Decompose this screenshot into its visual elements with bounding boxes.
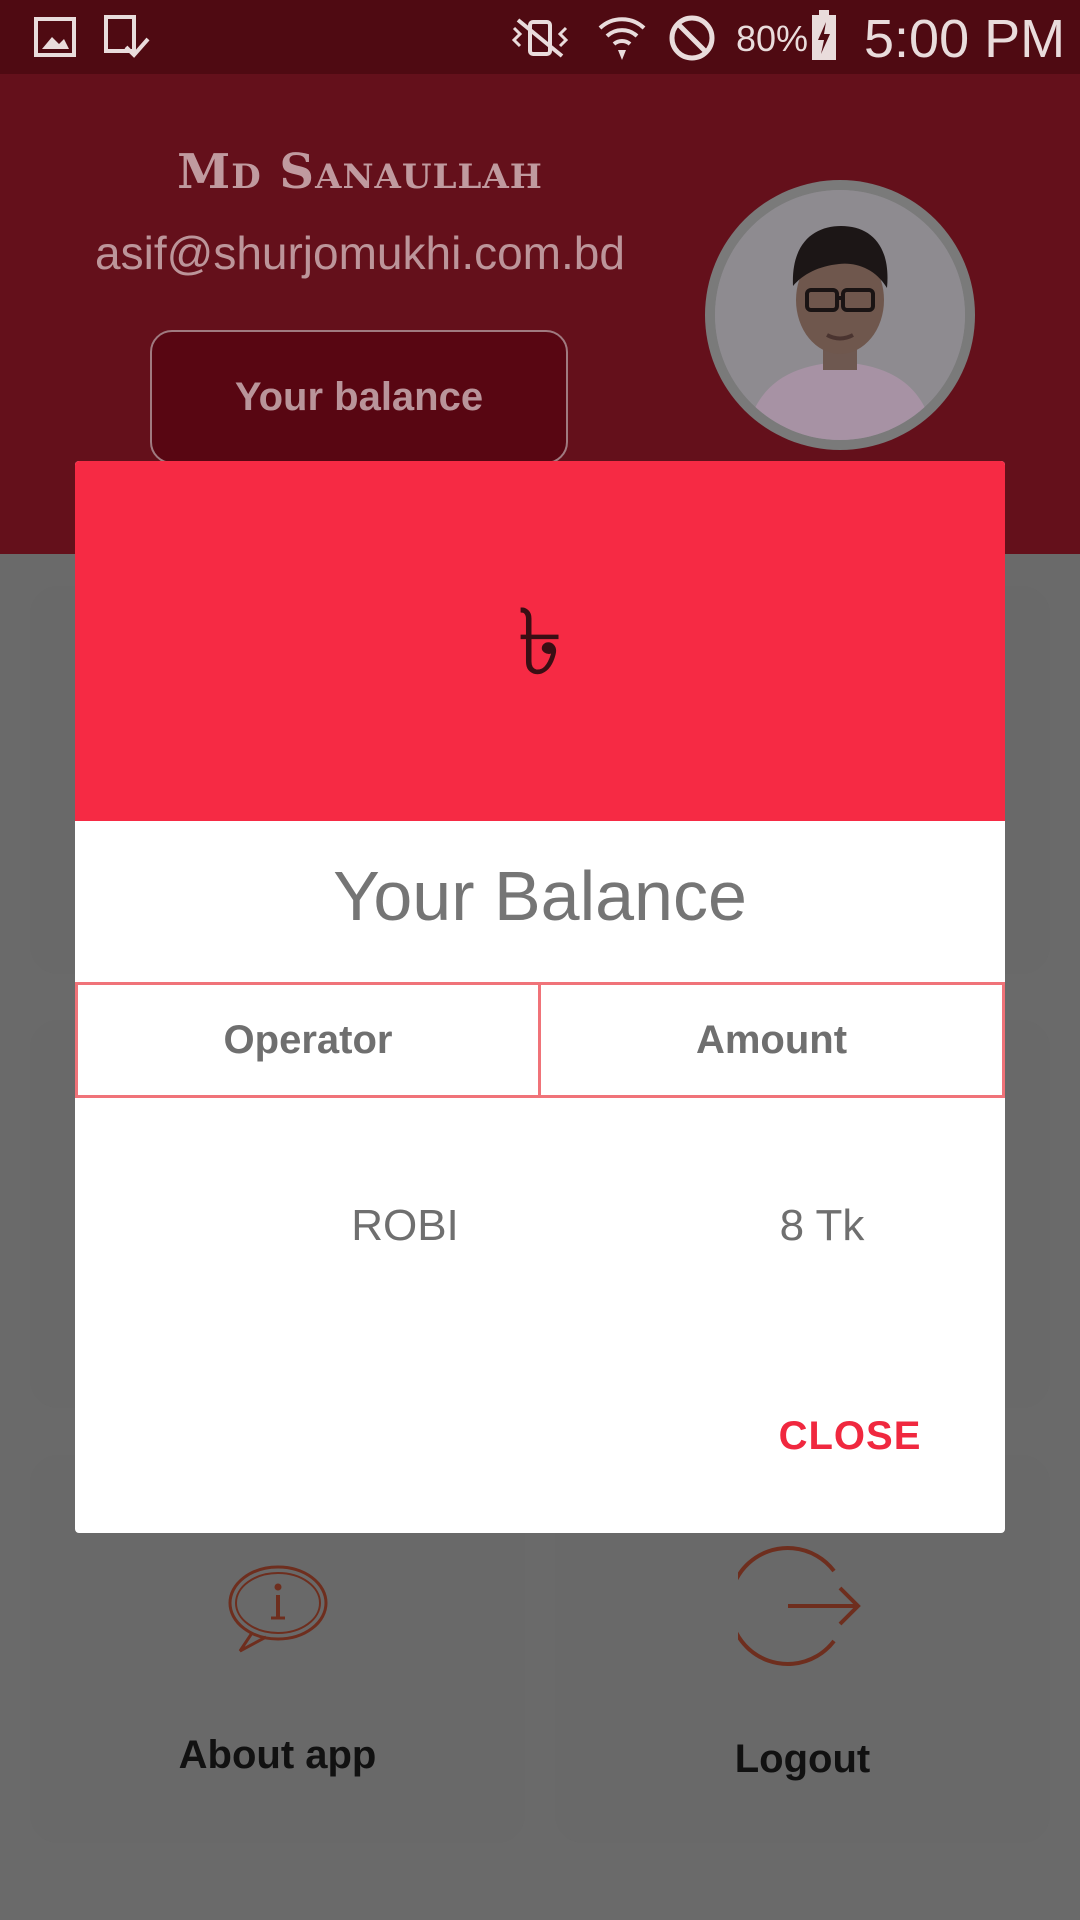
dialog-banner: ৳ xyxy=(75,461,1005,821)
balance-table-header: Operator Amount xyxy=(75,982,1005,1098)
image-icon xyxy=(34,17,76,57)
dialog-title: Your Balance xyxy=(333,857,747,935)
info-bubble-icon xyxy=(228,1565,328,1653)
wifi-icon xyxy=(598,17,646,60)
device-check-icon xyxy=(104,15,150,58)
amount-column-header: Amount xyxy=(538,982,1005,1098)
operator-column-header: Operator xyxy=(75,982,541,1098)
your-balance-button[interactable]: Your balance xyxy=(150,330,568,464)
status-bar: 80% 5:00 PM xyxy=(0,0,1080,74)
balance-dialog: ৳ Your Balance Operator Amount ROBI 8 Tk… xyxy=(75,461,1005,1533)
do-not-disturb-icon xyxy=(669,15,715,61)
clock: 5:00 PM xyxy=(864,9,1066,69)
logout-icon xyxy=(738,1546,861,1666)
vibrate-mute-icon xyxy=(511,18,569,58)
battery-percent: 80% xyxy=(736,18,809,59)
profile-photo-icon xyxy=(715,190,965,440)
logout-label: Logout xyxy=(734,1737,871,1781)
battery-charging-icon xyxy=(812,10,836,60)
about-app-label: About app xyxy=(178,1733,377,1777)
profile-email: asif@shurjomukhi.com.bd xyxy=(95,227,625,279)
amount-cell: 8 Tk xyxy=(779,1201,865,1250)
close-button[interactable]: CLOSE xyxy=(765,1406,935,1466)
taka-icon: ৳ xyxy=(517,589,563,696)
profile-name: Md Sanaullah xyxy=(177,144,543,200)
avatar xyxy=(705,180,975,450)
operator-cell: ROBI xyxy=(351,1201,459,1250)
